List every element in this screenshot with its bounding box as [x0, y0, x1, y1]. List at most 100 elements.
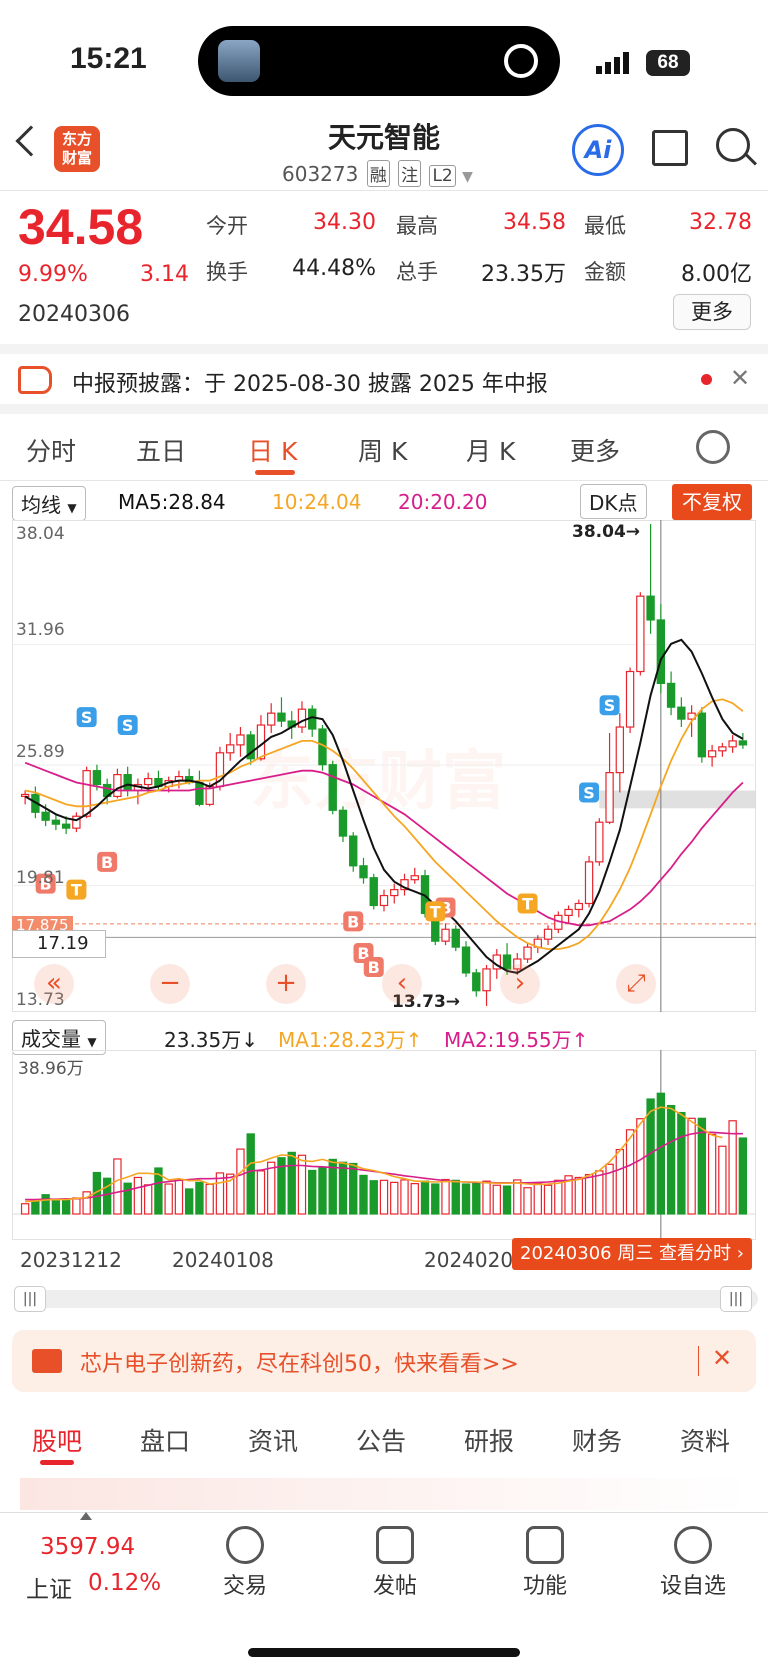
date-tooltip[interactable]: 20240306 周三 查看分时 › [512, 1238, 752, 1270]
gear-icon[interactable] [696, 430, 730, 464]
ai-assistant-icon[interactable]: Ai [572, 124, 624, 176]
dropdown-icon: ▼ [67, 501, 77, 515]
next-button[interactable]: › [500, 964, 540, 1004]
candle-body [226, 744, 235, 754]
function-icon[interactable] [526, 1526, 564, 1564]
search-icon[interactable] [716, 128, 750, 162]
expand-icon[interactable]: ⤢ [616, 964, 656, 1004]
volume-bar [41, 1194, 50, 1215]
tab-forum[interactable]: 股吧 [32, 1422, 82, 1458]
watchlist-icon[interactable] [674, 1526, 712, 1564]
tab-intraday[interactable]: 分时 [26, 432, 76, 468]
volume-bar [164, 1183, 173, 1215]
candle-body [236, 734, 245, 746]
post-icon[interactable] [376, 1526, 414, 1564]
promo-text[interactable]: 芯片电子创新药，尽在科创50，快来看看>> [80, 1346, 519, 1378]
buy-marker[interactable]: B [97, 851, 118, 872]
trade-button[interactable]: 交易 [205, 1568, 285, 1600]
x-axis-date: 20231212 [20, 1248, 122, 1272]
ma5-value: MA5:28.84 [118, 490, 226, 514]
candle-body [738, 740, 748, 746]
candle-body [697, 712, 707, 758]
close-icon[interactable]: ✕ [712, 1344, 732, 1372]
tab-underline [40, 1460, 74, 1465]
volume-bar [184, 1188, 194, 1215]
volume-selector-label: 成交量 [21, 1027, 81, 1051]
index-name[interactable]: 上证 [26, 1570, 72, 1604]
trade-icon[interactable] [226, 1526, 264, 1564]
tab-research[interactable]: 研报 [464, 1422, 514, 1458]
volume-bar [349, 1162, 358, 1215]
adjustment-toggle[interactable]: 不复权 [672, 484, 752, 520]
dropdown-icon: ▼ [87, 1035, 97, 1049]
notice-text[interactable]: 中报预披露：于 2025-08-30 披露 2025 年中报 [72, 366, 548, 398]
volume-bar [308, 1169, 317, 1215]
tab-more[interactable]: 更多 [570, 432, 620, 468]
add-watchlist-button[interactable]: 设自选 [653, 1568, 733, 1600]
sell-marker[interactable]: S [599, 695, 620, 716]
t-marker-label: T [522, 894, 533, 913]
volume-bar [246, 1133, 255, 1215]
candle-body [584, 861, 594, 905]
indicator-selector[interactable]: 均线 ▼ [12, 486, 86, 521]
tab-financials[interactable]: 财务 [572, 1422, 622, 1458]
scroll-left-button[interactable]: « [34, 964, 74, 1004]
zoom-out-button[interactable]: − [150, 964, 190, 1004]
candle-body [277, 712, 286, 722]
tab-announcements[interactable]: 公告 [356, 1422, 406, 1458]
previous-button[interactable]: ‹ [382, 964, 422, 1004]
t-marker[interactable]: T [517, 893, 538, 914]
ma10-value: 10:24.04 [272, 490, 362, 514]
promo-banner[interactable]: 芯片电子创新药，尽在科创50，快来看看>> ✕ [12, 1330, 756, 1392]
volume-bar [728, 1120, 737, 1215]
chart-scrollbar[interactable] [14, 1290, 758, 1308]
volume-chart[interactable] [12, 1050, 756, 1240]
turnover-label: 换手 [206, 260, 248, 284]
buy-marker[interactable]: B [343, 911, 364, 932]
dk-point-toggle[interactable]: DK点 [580, 484, 647, 519]
volume-bar [615, 1148, 625, 1215]
volume-bar [441, 1178, 450, 1215]
zoom-in-button[interactable]: + [266, 964, 306, 1004]
dropdown-icon[interactable]: ▼ [462, 169, 473, 185]
post-button[interactable]: 发帖 [355, 1568, 435, 1600]
tab-daily-k[interactable]: 日 K [248, 432, 297, 468]
change-percent: 9.99% [18, 262, 88, 287]
scrollbar-left-handle[interactable]: ||| [14, 1286, 46, 1312]
tab-order-book[interactable]: 盘口 [140, 1422, 190, 1458]
amount-label: 金额 [584, 260, 626, 284]
volume-bar [82, 1191, 91, 1215]
tab-news[interactable]: 资讯 [248, 1422, 298, 1458]
scrollbar-right-handle[interactable]: ||| [720, 1286, 752, 1312]
t-marker[interactable]: T [66, 879, 87, 900]
candle-body [718, 746, 727, 752]
share-icon[interactable] [652, 130, 688, 166]
close-icon[interactable]: ✕ [730, 364, 750, 392]
more-button[interactable]: 更多 [673, 294, 751, 330]
sell-marker[interactable]: S [117, 715, 138, 736]
buy-marker[interactable]: B [363, 956, 384, 977]
sell-marker[interactable]: S [76, 707, 97, 728]
candlestick-chart[interactable]: S SSSBBBBBBTT T [12, 520, 756, 1012]
candle-body [369, 877, 378, 907]
index-value[interactable]: 3597.94 [40, 1534, 135, 1560]
x-axis-date: 20240108 [172, 1248, 274, 1272]
tab-five-day[interactable]: 五日 [136, 432, 186, 468]
play-icon[interactable] [504, 44, 538, 78]
price-axis-label: 19.81 [16, 868, 65, 888]
volume-bar [31, 1199, 40, 1215]
tab-monthly-k[interactable]: 月 K [466, 432, 515, 468]
volume-bar [707, 1133, 717, 1215]
tab-weekly-k[interactable]: 周 K [358, 432, 407, 468]
buy-marker-label: B [368, 958, 380, 977]
sell-marker[interactable]: S [579, 782, 600, 803]
candle-body [666, 682, 676, 708]
expand-up-icon[interactable] [80, 1512, 92, 1520]
index-change[interactable]: 0.12% [88, 1570, 161, 1596]
candle-body [656, 619, 666, 685]
t-marker[interactable]: T [425, 901, 446, 922]
tab-profile[interactable]: 资料 [680, 1422, 730, 1458]
volume-bar [369, 1180, 378, 1215]
volume-bar [533, 1182, 542, 1215]
function-button[interactable]: 功能 [505, 1568, 585, 1600]
